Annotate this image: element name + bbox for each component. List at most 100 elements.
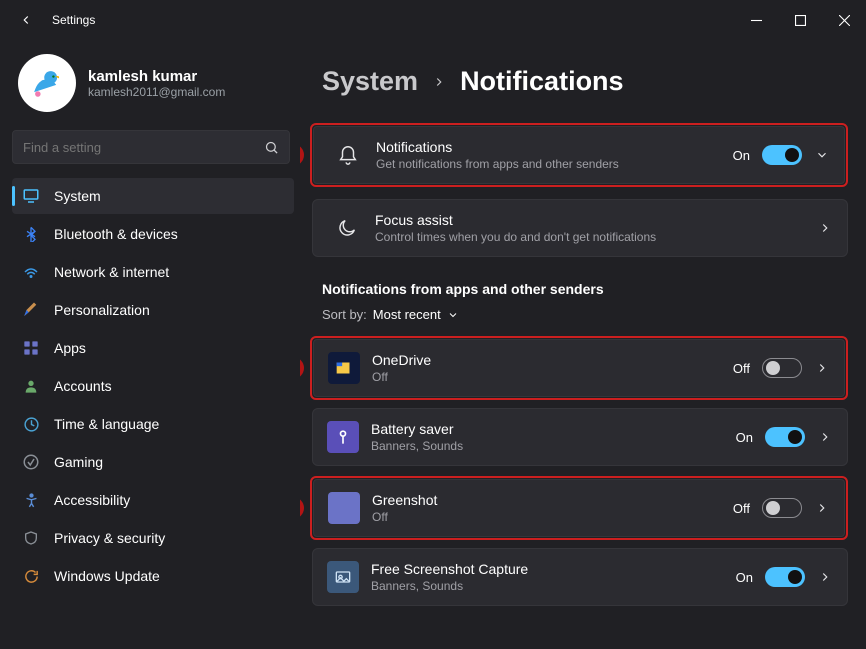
wifi-icon — [22, 263, 40, 281]
app-subtitle: Off — [372, 510, 733, 524]
sidebar-item-bluetooth[interactable]: Bluetooth & devices — [12, 216, 294, 252]
back-button[interactable] — [12, 6, 40, 34]
sidebar-item-label: Accessibility — [54, 492, 130, 508]
update-icon — [22, 567, 40, 585]
card-subtitle: Control times when you do and don't get … — [375, 230, 817, 244]
maximize-button[interactable] — [778, 4, 822, 36]
sortby-label: Sort by: — [322, 307, 367, 322]
chevron-right-icon[interactable] — [814, 501, 830, 515]
chevron-right-icon[interactable] — [817, 570, 833, 584]
sort-by-dropdown[interactable]: Sort by: Most recent — [322, 307, 848, 322]
sidebar-item-accessibility[interactable]: Accessibility — [12, 482, 294, 518]
chevron-right-icon[interactable] — [817, 430, 833, 444]
close-button[interactable] — [822, 4, 866, 36]
app-subtitle: Off — [372, 370, 733, 384]
battery-saver-icon — [327, 421, 359, 453]
sidebar-item-label: Windows Update — [54, 568, 160, 584]
window-title: Settings — [52, 13, 95, 27]
sortby-value: Most recent — [373, 307, 441, 322]
apps-icon — [22, 339, 40, 357]
app-toggle[interactable] — [765, 427, 805, 447]
notifications-toggle[interactable] — [762, 145, 802, 165]
user-profile[interactable]: kamlesh kumar kamlesh2011@gmail.com — [12, 50, 294, 130]
section-title: Notifications from apps and other sender… — [322, 281, 848, 297]
card-app-free-screenshot[interactable]: Free Screenshot Capture Banners, Sounds … — [312, 548, 848, 606]
card-title: Notifications — [376, 139, 733, 155]
user-email: kamlesh2011@gmail.com — [88, 85, 225, 99]
status-label: Off — [733, 361, 750, 376]
clock-globe-icon — [22, 415, 40, 433]
breadcrumb: System Notifications — [322, 66, 848, 97]
avatar — [18, 54, 76, 112]
chevron-right-icon[interactable] — [817, 221, 833, 235]
annotation-badge: 2 — [300, 357, 304, 379]
sidebar: kamlesh kumar kamlesh2011@gmail.com Syst… — [0, 40, 300, 649]
app-title: Free Screenshot Capture — [371, 561, 736, 577]
chevron-right-icon — [432, 75, 446, 89]
user-name: kamlesh kumar — [88, 68, 225, 85]
breadcrumb-current: Notifications — [460, 66, 624, 97]
sidebar-item-label: System — [54, 188, 101, 204]
app-toggle[interactable] — [762, 358, 802, 378]
sidebar-item-label: Apps — [54, 340, 86, 356]
system-icon — [22, 187, 40, 205]
moon-icon — [331, 212, 363, 244]
chevron-down-icon — [447, 309, 459, 321]
status-label: On — [736, 570, 753, 585]
chevron-right-icon[interactable] — [814, 361, 830, 375]
person-icon — [22, 377, 40, 395]
app-toggle[interactable] — [762, 498, 802, 518]
sidebar-item-personalization[interactable]: Personalization — [12, 292, 294, 328]
sidebar-item-label: Gaming — [54, 454, 103, 470]
title-bar: Settings — [0, 0, 866, 40]
status-label: On — [733, 148, 750, 163]
annotation-badge: 3 — [300, 497, 304, 519]
card-notifications[interactable]: Notifications Get notifications from app… — [313, 126, 845, 184]
shield-icon — [22, 529, 40, 547]
sidebar-item-label: Bluetooth & devices — [54, 226, 178, 242]
app-subtitle: Banners, Sounds — [371, 439, 736, 453]
main-content: System Notifications 1 Notifications Get… — [300, 40, 866, 649]
search-box[interactable] — [12, 130, 290, 164]
sidebar-item-network[interactable]: Network & internet — [12, 254, 294, 290]
sidebar-item-label: Personalization — [54, 302, 150, 318]
paintbrush-icon — [22, 301, 40, 319]
card-subtitle: Get notifications from apps and other se… — [376, 157, 733, 171]
bell-icon — [332, 139, 364, 171]
app-title: Greenshot — [372, 492, 733, 508]
free-screenshot-icon — [327, 561, 359, 593]
sidebar-item-windows-update[interactable]: Windows Update — [12, 558, 294, 594]
sidebar-item-label: Accounts — [54, 378, 112, 394]
sidebar-item-accounts[interactable]: Accounts — [12, 368, 294, 404]
app-subtitle: Banners, Sounds — [371, 579, 736, 593]
accessibility-icon — [22, 491, 40, 509]
sidebar-item-time-language[interactable]: Time & language — [12, 406, 294, 442]
status-label: On — [736, 430, 753, 445]
sidebar-item-label: Time & language — [54, 416, 159, 432]
card-app-onedrive[interactable]: OneDrive Off Off — [313, 339, 845, 397]
app-toggle[interactable] — [765, 567, 805, 587]
status-label: Off — [733, 501, 750, 516]
sidebar-item-label: Privacy & security — [54, 530, 165, 546]
sidebar-item-system[interactable]: System — [12, 178, 294, 214]
onedrive-icon — [328, 352, 360, 384]
card-focus-assist[interactable]: Focus assist Control times when you do a… — [312, 199, 848, 257]
greenshot-icon — [328, 492, 360, 524]
sidebar-item-apps[interactable]: Apps — [12, 330, 294, 366]
search-icon — [264, 140, 279, 155]
expand-chevron-icon[interactable] — [814, 148, 830, 162]
bluetooth-icon — [22, 225, 40, 243]
card-title: Focus assist — [375, 212, 817, 228]
search-input[interactable] — [23, 140, 264, 155]
app-title: OneDrive — [372, 352, 733, 368]
sidebar-item-label: Network & internet — [54, 264, 169, 280]
sidebar-item-gaming[interactable]: Gaming — [12, 444, 294, 480]
card-app-battery-saver[interactable]: Battery saver Banners, Sounds On — [312, 408, 848, 466]
card-app-greenshot[interactable]: Greenshot Off Off — [313, 479, 845, 537]
breadcrumb-parent[interactable]: System — [322, 66, 418, 97]
sidebar-item-privacy[interactable]: Privacy & security — [12, 520, 294, 556]
app-title: Battery saver — [371, 421, 736, 437]
minimize-button[interactable] — [734, 4, 778, 36]
annotation-badge: 1 — [300, 144, 304, 166]
gaming-icon — [22, 453, 40, 471]
